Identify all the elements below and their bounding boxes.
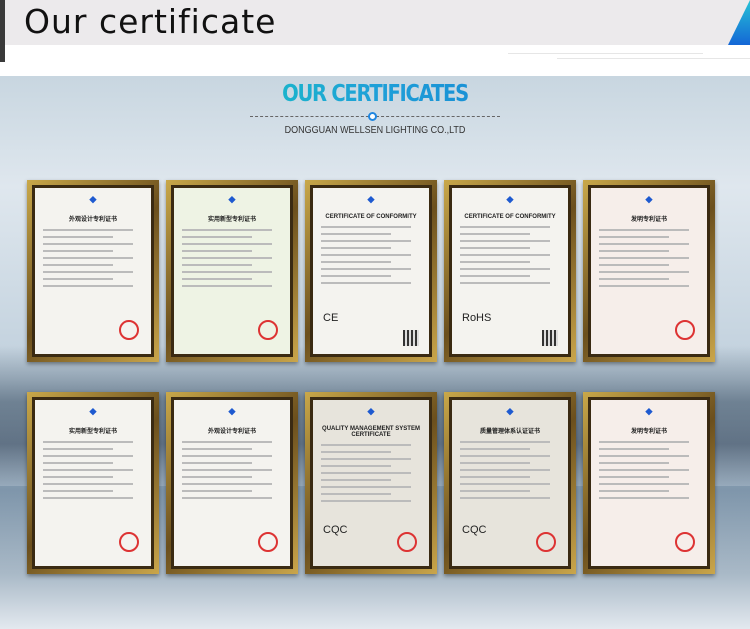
certificate-image: ◆ CERTIFICATE OF CONFORMITY CE bbox=[305, 180, 437, 362]
certificate-logo-icon: ◆ bbox=[506, 406, 514, 416]
certificate-logo-icon: ◆ bbox=[89, 406, 97, 416]
certificate-logo-icon: ◆ bbox=[228, 406, 236, 416]
seal-icon bbox=[258, 532, 278, 552]
certificate-logo-icon: ◆ bbox=[89, 194, 97, 204]
certificate-text bbox=[599, 229, 699, 287]
certificate-title: CERTIFICATE OF CONFORMITY bbox=[325, 214, 417, 220]
seal-icon bbox=[258, 320, 278, 340]
certificate-title: QUALITY MANAGEMENT SYSTEM CERTIFICATE bbox=[322, 426, 420, 438]
certificate-mark: CQC bbox=[323, 524, 348, 536]
certificate-logo-icon: ◆ bbox=[367, 194, 375, 204]
certificate-image: ◆ 质量管理体系认证证书 CQC bbox=[444, 392, 576, 574]
certificate-text bbox=[599, 441, 699, 499]
certificate-logo-icon: ◆ bbox=[645, 194, 653, 204]
certificate-text bbox=[182, 441, 282, 499]
certificate-title: 发明专利证书 bbox=[630, 429, 667, 435]
seal-icon bbox=[675, 532, 695, 552]
certificate-image: ◆ QUALITY MANAGEMENT SYSTEM CERTIFICATE … bbox=[305, 392, 437, 574]
certificate-logo-icon: ◆ bbox=[367, 406, 375, 416]
qr-code-icon bbox=[542, 330, 558, 346]
certificate-mark: CE bbox=[323, 312, 339, 324]
certificate-text bbox=[43, 229, 143, 287]
certificate-logo-icon: ◆ bbox=[645, 406, 653, 416]
certificate-image: ◆ 实用新型专利证书 bbox=[27, 392, 159, 574]
certificate-text bbox=[460, 226, 560, 284]
certificate-title: 实用新型专利证书 bbox=[207, 217, 256, 223]
certificate-title: CERTIFICATE OF CONFORMITY bbox=[464, 214, 556, 220]
company-name: DONGGUAN WELLSEN LIGHTING CO.,LTD bbox=[284, 125, 466, 136]
certificate-logo-icon: ◆ bbox=[506, 194, 514, 204]
certificate-logo-icon: ◆ bbox=[228, 194, 236, 204]
seal-icon bbox=[397, 532, 417, 552]
page-title: Our certificate bbox=[24, 2, 277, 41]
certificate-image: ◆ 发明专利证书 bbox=[583, 392, 715, 574]
section-title: OUR CERTIFICATES bbox=[56, 81, 694, 107]
certificate-title: 外观设计专利证书 bbox=[207, 429, 256, 435]
certificate-mark: CQC bbox=[462, 524, 487, 536]
certificate-image: ◆ 发明专利证书 bbox=[583, 180, 715, 362]
seal-icon bbox=[119, 320, 139, 340]
certificate-mark: RoHS bbox=[462, 312, 492, 324]
header-accent-bar bbox=[0, 0, 5, 62]
certificate-title: 质量管理体系认证证书 bbox=[479, 429, 540, 435]
certificate-text bbox=[182, 229, 282, 287]
qr-code-icon bbox=[403, 330, 419, 346]
certificate-title: 实用新型专利证书 bbox=[68, 429, 117, 435]
certificate-text bbox=[321, 444, 421, 502]
certificate-image: ◆ 外观设计专利证书 bbox=[27, 180, 159, 362]
divider bbox=[557, 58, 750, 59]
certificate-text bbox=[43, 441, 143, 499]
certificate-title: 外观设计专利证书 bbox=[68, 217, 117, 223]
certificate-text bbox=[460, 441, 560, 499]
circle-icon bbox=[368, 112, 377, 121]
certificate-image: ◆ 外观设计专利证书 bbox=[166, 392, 298, 574]
divider bbox=[508, 53, 703, 54]
certificates-section: OUR CERTIFICATES DONGGUAN WELLSEN LIGHTI… bbox=[0, 76, 750, 629]
certificate-text bbox=[321, 226, 421, 284]
seal-icon bbox=[536, 532, 556, 552]
certificate-image: ◆ CERTIFICATE OF CONFORMITY RoHS bbox=[444, 180, 576, 362]
certificate-title: 发明专利证书 bbox=[630, 217, 667, 223]
seal-icon bbox=[119, 532, 139, 552]
header-corner-decoration bbox=[728, 0, 750, 45]
certificate-image: ◆ 实用新型专利证书 bbox=[166, 180, 298, 362]
seal-icon bbox=[675, 320, 695, 340]
header: Our certificate bbox=[0, 0, 750, 62]
